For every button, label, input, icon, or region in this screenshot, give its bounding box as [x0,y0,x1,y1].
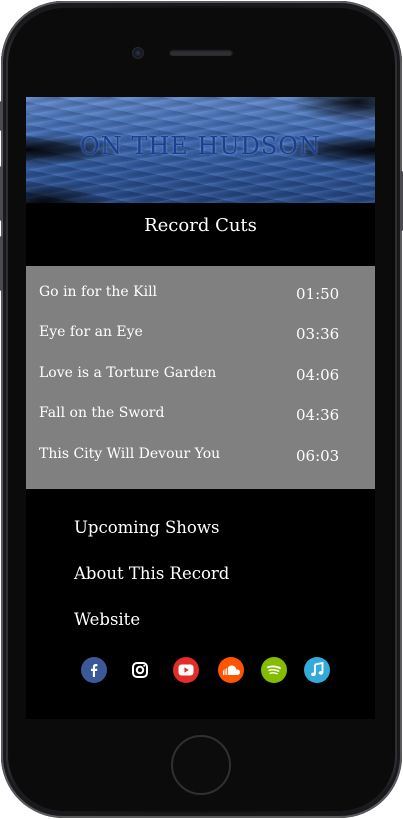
website-link[interactable]: Website [74,610,140,629]
instagram-icon[interactable] [127,657,153,683]
banner-title: ON THE HUDSON [80,132,321,160]
track-duration: 06:03 [296,447,340,465]
youtube-icon[interactable] [173,657,199,683]
spotify-icon[interactable] [261,657,287,683]
earpiece-speaker [169,49,233,56]
tracklist: Go in for the Kill 01:50 Eye for an Eye … [26,266,375,489]
track-title: Love is a Torture Garden [39,365,217,381]
about-this-record-link[interactable]: About This Record [74,564,229,583]
track-duration: 04:36 [296,406,340,424]
track-title: Eye for an Eye [39,324,143,340]
home-button[interactable] [171,735,231,795]
track-duration: 03:36 [296,325,340,343]
facebook-icon[interactable] [81,657,107,683]
front-camera [132,47,144,59]
volume-down-button [0,236,3,291]
track-duration: 04:06 [296,366,340,384]
upcoming-shows-link[interactable]: Upcoming Shows [74,518,219,537]
track-row[interactable]: Love is a Torture Garden 04:06 [26,359,375,389]
track-row[interactable]: This City Will Devour You 06:03 [26,440,375,470]
soundcloud-icon[interactable] [218,657,244,683]
track-title: This City Will Devour You [39,446,221,462]
mute-switch [0,101,3,131]
track-title: Go in for the Kill [39,284,158,300]
app-screen: ON THE HUDSON Record Cuts Go in for the … [26,97,375,719]
volume-up-button [0,166,3,221]
track-row[interactable]: Eye for an Eye 03:36 [26,318,375,348]
album-banner: ON THE HUDSON [26,97,375,203]
apple-music-icon[interactable] [304,657,330,683]
track-row[interactable]: Go in for the Kill 01:50 [26,278,375,308]
track-row[interactable]: Fall on the Sword 04:36 [26,399,375,429]
track-duration: 01:50 [296,285,340,303]
track-title: Fall on the Sword [39,405,165,421]
page-title: Record Cuts [144,215,257,236]
